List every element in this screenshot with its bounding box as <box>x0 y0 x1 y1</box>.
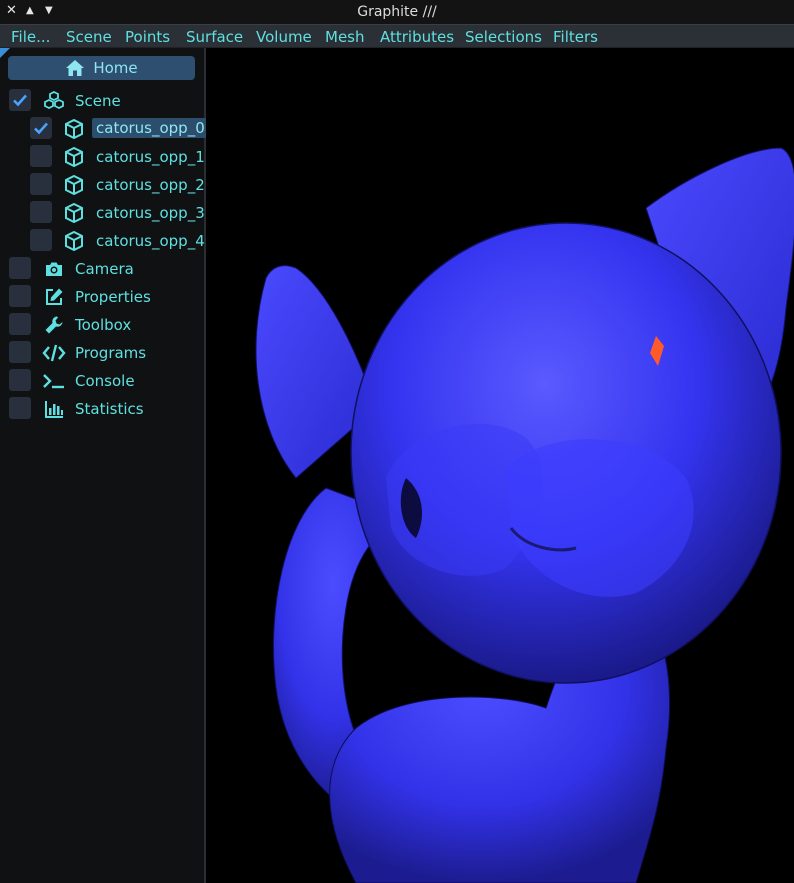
terminal-icon <box>43 374 64 389</box>
menu-file[interactable]: File... <box>11 28 50 46</box>
camera-checkbox[interactable] <box>9 257 31 279</box>
title-bar: ✕ ▲ ▼ Graphite /// <box>0 0 794 24</box>
object-label-4[interactable]: catorus_opp_4 <box>96 232 205 250</box>
edit-icon <box>46 288 63 305</box>
home-icon <box>66 60 85 76</box>
object-label-0[interactable]: catorus_opp_0 <box>92 118 209 138</box>
statistics-label[interactable]: Statistics <box>75 400 144 418</box>
object-checkbox-2[interactable] <box>30 173 52 195</box>
cube-icon <box>65 175 83 195</box>
home-label: Home <box>93 59 138 77</box>
console-checkbox[interactable] <box>9 369 31 391</box>
menu-mesh[interactable]: Mesh <box>325 28 365 46</box>
object-checkbox-0[interactable] <box>30 117 52 139</box>
object-checkbox-4[interactable] <box>30 229 52 251</box>
scene-panel: Home Scene catorus_opp_0 catorus_opp_1 c… <box>0 48 209 883</box>
menu-selections[interactable]: Selections <box>465 28 542 46</box>
cat-mesh-render <box>255 147 794 883</box>
check-icon <box>13 94 27 107</box>
object-label-3[interactable]: catorus_opp_3 <box>96 204 205 222</box>
wrench-icon <box>45 316 63 334</box>
3d-viewport[interactable] <box>206 48 794 883</box>
object-checkbox-1[interactable] <box>30 145 52 167</box>
code-icon <box>42 344 66 362</box>
menu-points[interactable]: Points <box>125 28 170 46</box>
toolbox-checkbox[interactable] <box>9 313 31 335</box>
chart-icon <box>45 401 63 418</box>
check-icon <box>34 122 48 135</box>
toolbox-label[interactable]: Toolbox <box>75 316 131 334</box>
scene-label[interactable]: Scene <box>75 92 121 110</box>
camera-label[interactable]: Camera <box>75 260 134 278</box>
home-button[interactable]: Home <box>8 56 195 80</box>
menu-bar: File... Scene Points Surface Volume Mesh… <box>0 24 794 48</box>
programs-label[interactable]: Programs <box>75 344 146 362</box>
camera-icon <box>46 262 62 276</box>
cube-icon <box>65 147 83 167</box>
properties-checkbox[interactable] <box>9 285 31 307</box>
scene-checkbox[interactable] <box>9 89 31 111</box>
object-checkbox-3[interactable] <box>30 201 52 223</box>
menu-attributes[interactable]: Attributes <box>380 28 454 46</box>
object-label-2[interactable]: catorus_opp_2 <box>96 176 205 194</box>
menu-volume[interactable]: Volume <box>256 28 312 46</box>
window-title: Graphite /// <box>357 4 437 20</box>
cubes-icon <box>44 91 64 110</box>
cube-icon <box>65 119 83 139</box>
menu-surface[interactable]: Surface <box>186 28 243 46</box>
statistics-checkbox[interactable] <box>9 397 31 419</box>
menu-scene[interactable]: Scene <box>66 28 112 46</box>
properties-label[interactable]: Properties <box>75 288 151 306</box>
cube-icon <box>65 203 83 223</box>
object-label-1[interactable]: catorus_opp_1 <box>96 148 205 166</box>
programs-checkbox[interactable] <box>9 341 31 363</box>
cube-icon <box>65 231 83 251</box>
menu-filters[interactable]: Filters <box>553 28 598 46</box>
console-label[interactable]: Console <box>75 372 135 390</box>
